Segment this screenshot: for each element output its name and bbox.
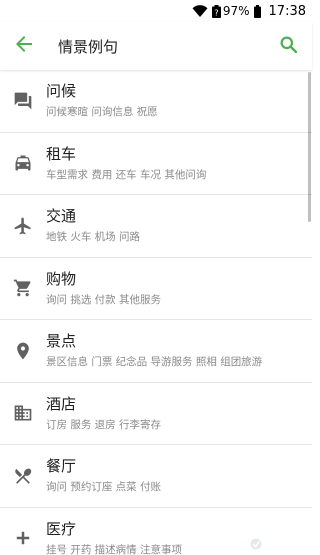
arrow-back-icon: [16, 36, 32, 56]
clock: 17:38: [268, 3, 306, 19]
hotel-building-icon: [0, 403, 46, 423]
medical-plus-icon: [0, 528, 46, 548]
restaurant-icon: [0, 466, 46, 486]
taxi-icon: [0, 153, 46, 173]
category-title: 医疗: [46, 519, 77, 538]
category-item-sights[interactable]: 景点 景区信息 门票 纪念品 导游服务 照相 组团旅游: [0, 320, 312, 383]
category-title: 购物: [46, 269, 77, 288]
category-title: 餐厅: [46, 457, 77, 476]
svg-text:?: ?: [214, 8, 218, 17]
category-subtitle: 订房 服务 退房 行李寄存: [46, 418, 162, 431]
search-icon: [280, 36, 297, 57]
category-title: 景点: [46, 332, 77, 351]
category-item-shopping[interactable]: 购物 询问 挑选 付款 其他服务: [0, 258, 312, 320]
search-button[interactable]: [264, 22, 312, 70]
category-item-restaurant[interactable]: 餐厅 询问 预约订座 点菜 付账: [0, 445, 312, 508]
status-bar: ? 97% 17:38: [0, 0, 312, 22]
scrollbar[interactable]: [308, 72, 311, 222]
battery-percent: 97%: [222, 4, 250, 18]
watermark-logo: [250, 537, 308, 551]
category-item-greeting[interactable]: 问候 问候寒暄 问询信息 祝愿: [0, 70, 312, 133]
chat-icon: [0, 91, 46, 111]
category-subtitle: 地铁 火车 机场 问路: [46, 231, 141, 244]
wifi-icon: [192, 5, 208, 17]
page-title: 情景例句: [58, 37, 119, 56]
category-subtitle: 问候寒暄 问询信息 祝愿: [46, 106, 158, 119]
category-subtitle: 询问 挑选 付款 其他服务: [46, 293, 162, 306]
category-subtitle: 景区信息 门票 纪念品 导游服务 照相 组团旅游: [46, 356, 263, 369]
shopping-cart-icon: [0, 278, 46, 298]
category-list[interactable]: 问候 问候寒暄 问询信息 祝愿 租车 车型需求 费用 还车 车况 其他问询 交通…: [0, 70, 312, 555]
category-item-hotel[interactable]: 酒店 订房 服务 退房 行李寄存: [0, 383, 312, 445]
battery-saver-icon: ?: [211, 4, 221, 18]
category-item-car-rental[interactable]: 租车 车型需求 费用 还车 车况 其他问询: [0, 133, 312, 195]
category-title: 租车: [46, 144, 77, 163]
airplane-icon: [0, 216, 46, 236]
place-icon: [0, 341, 46, 361]
battery-icon: [253, 4, 261, 18]
category-title: 酒店: [46, 394, 77, 413]
back-button[interactable]: [0, 22, 48, 70]
category-item-transport[interactable]: 交通 地铁 火车 机场 问路: [0, 195, 312, 258]
app-bar: 情景例句: [0, 22, 312, 70]
category-subtitle: 车型需求 费用 还车 车况 其他问询: [46, 168, 207, 181]
category-subtitle: 询问 预约订座 点菜 付账: [46, 481, 162, 494]
category-title: 问候: [46, 82, 77, 101]
category-title: 交通: [46, 207, 77, 226]
